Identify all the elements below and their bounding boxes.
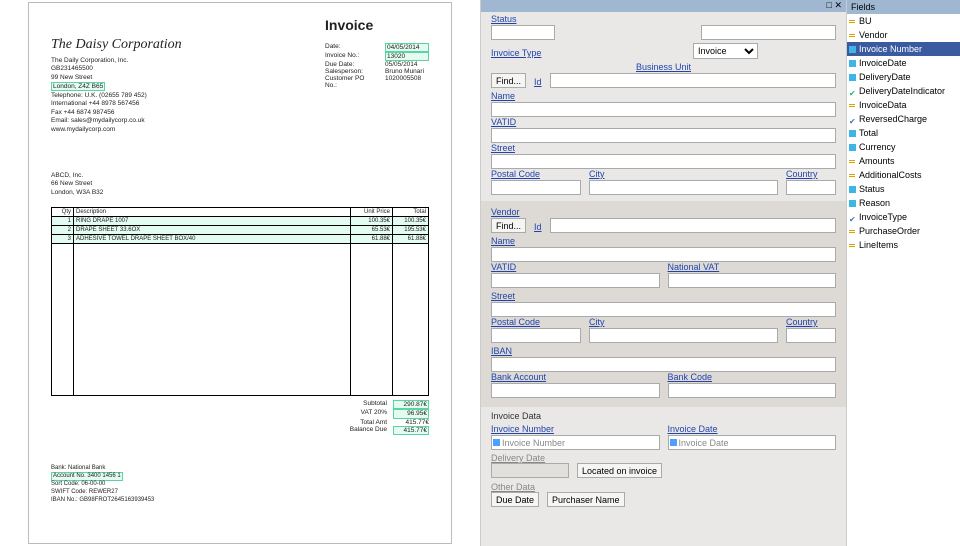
delivery-date-label: Delivery Date (491, 453, 569, 463)
buyer-block: ABCD, Inc. 66 New Street London, W3A B32 (51, 172, 429, 197)
maximize-icon[interactable]: □ (827, 0, 832, 10)
invoice-meta: Date:04/05/2014 Invoice No.:13020 Due Da… (325, 43, 429, 89)
field-item[interactable]: InvoiceDate (847, 56, 960, 70)
field-item[interactable]: DeliveryDateIndicator (847, 84, 960, 98)
vendor-natvat-input[interactable] (668, 273, 837, 288)
field-type-icon (849, 130, 856, 137)
bu-street-input[interactable] (491, 154, 836, 169)
vendor-city-input[interactable] (589, 328, 778, 343)
field-item[interactable]: DeliveryDate (847, 70, 960, 84)
field-type-icon (849, 74, 856, 81)
field-type-icon (849, 242, 856, 249)
vendor-iban-input[interactable] (491, 357, 836, 372)
field-item[interactable]: InvoiceData (847, 98, 960, 112)
invoice-type-select[interactable]: Invoice (693, 43, 758, 59)
field-type-icon (849, 18, 856, 25)
other-data-label: Other Data (491, 482, 535, 492)
bu-id-input[interactable] (550, 73, 836, 88)
bu-find-button[interactable]: Find... (491, 73, 526, 88)
vendor-vatid-input[interactable] (491, 273, 660, 288)
field-item[interactable]: InvoiceType (847, 210, 960, 224)
field-type-icon (849, 228, 856, 235)
vendor-bankacc-input[interactable] (491, 383, 660, 398)
line-items-table: Qty Description Unit Price Total 1RING D… (51, 207, 429, 396)
company-name: The Daisy Corporation (51, 37, 182, 53)
close-icon[interactable]: ✕ (834, 0, 842, 10)
field-item[interactable]: Amounts (847, 154, 960, 168)
extraction-form: □ ✕ Status Invoice Type Invoice Business… (480, 0, 846, 546)
field-type-icon (849, 200, 856, 207)
vendor-find-button[interactable]: Find... (491, 218, 526, 233)
field-type-icon (849, 172, 856, 179)
invoice-document: The Daisy Corporation The Daily Corporat… (28, 2, 452, 544)
field-item[interactable]: Currency (847, 140, 960, 154)
bu-label: Business Unit (636, 62, 691, 72)
bu-country-input[interactable] (786, 180, 836, 195)
field-item[interactable]: Status (847, 182, 960, 196)
field-item[interactable]: Reason (847, 196, 960, 210)
field-type-icon (849, 214, 856, 221)
field-indicator-icon (670, 439, 677, 446)
bu-name-input[interactable] (491, 102, 836, 117)
field-indicator-icon (493, 439, 500, 446)
invoice-number-input[interactable] (491, 435, 660, 450)
vendor-label: Vendor (491, 207, 520, 217)
vendor-street-input[interactable] (491, 302, 836, 317)
field-item[interactable]: Vendor (847, 28, 960, 42)
field-item[interactable]: Total (847, 126, 960, 140)
table-row: 3ADHESIVE TOWEL DRAPE SHEET BOX/4061.88€… (52, 235, 429, 244)
fields-panel: Fields BUVendorInvoice NumberInvoiceDate… (846, 0, 960, 546)
field-item[interactable]: AdditionalCosts (847, 168, 960, 182)
due-date-button[interactable]: Due Date (491, 492, 539, 507)
vendor-id-input[interactable] (550, 218, 836, 233)
delivery-date-input (491, 463, 569, 478)
located-button[interactable]: Located on invoice (577, 463, 662, 478)
vendor-country-input[interactable] (786, 328, 836, 343)
table-row: 1RING DRAPE 1007100.35€100.35€ (52, 217, 429, 226)
totals-block: Subtotal290.87€ VAT 20%96.95€ Total Amt4… (327, 400, 429, 434)
seller-block: The Daily Corporation, Inc. GB231465500 … (51, 57, 182, 134)
vendor-postal-input[interactable] (491, 328, 581, 343)
field-type-icon (849, 144, 856, 151)
field-type-icon (849, 116, 856, 123)
field-type-icon (849, 32, 856, 39)
bank-details: Bank: National Bank Account No. 3400 145… (51, 465, 429, 505)
status-label: Status (491, 14, 555, 24)
field-type-icon (849, 88, 856, 95)
invoice-title: Invoice (325, 17, 429, 33)
field-item[interactable]: ReversedCharge (847, 112, 960, 126)
vendor-name-input[interactable] (491, 247, 836, 262)
field-item[interactable]: PurchaseOrder (847, 224, 960, 238)
invoice-type-label: Invoice Type (491, 48, 541, 58)
invoice-date-input[interactable] (668, 435, 837, 450)
bu-city-input[interactable] (589, 180, 778, 195)
field-type-icon (849, 158, 856, 165)
field-type-icon (849, 102, 856, 109)
field-item[interactable]: BU (847, 14, 960, 28)
field-type-icon (849, 186, 856, 193)
field-type-icon (849, 46, 856, 53)
bu-postal-input[interactable] (491, 180, 581, 195)
table-row: 2DRAPE SHEET 33.6OX65.53€195.53€ (52, 226, 429, 235)
status-input[interactable] (491, 25, 555, 40)
field-item[interactable]: LineItems (847, 238, 960, 252)
invoice-data-label: Invoice Data (491, 411, 836, 421)
field-item[interactable]: Invoice Number (847, 42, 960, 56)
purchaser-name-button[interactable]: Purchaser Name (547, 492, 625, 507)
field-type-icon (849, 60, 856, 67)
status-extra-input[interactable] (701, 25, 836, 40)
bu-vatid-input[interactable] (491, 128, 836, 143)
fields-header: Fields (847, 0, 960, 14)
vendor-bankcode-input[interactable] (668, 383, 837, 398)
